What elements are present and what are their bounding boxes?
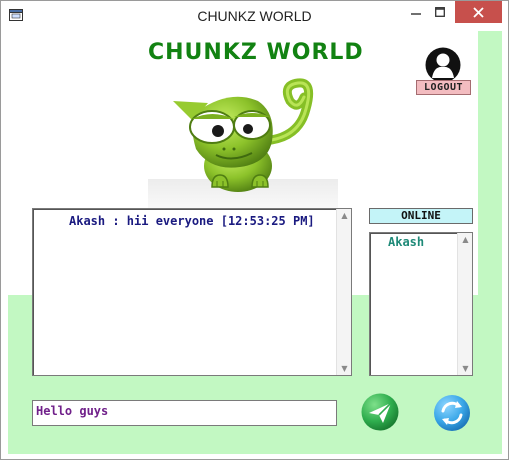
user-icon[interactable] bbox=[423, 46, 463, 84]
logout-button[interactable]: LOGOUT bbox=[416, 80, 471, 95]
minimize-icon bbox=[411, 13, 421, 15]
titlebar: CHUNKZ WORLD bbox=[1, 1, 508, 31]
scroll-down-icon[interactable]: ▼ bbox=[458, 364, 473, 373]
close-icon bbox=[473, 6, 484, 18]
chat-log[interactable]: Akash : hii everyone [12:53:25 PM] ▲ ▼ bbox=[32, 208, 352, 376]
client-area: CHUNKZ WORLD LOGOUT Akash: hii everyone… bbox=[8, 31, 502, 454]
message-input[interactable]: Hello guys bbox=[32, 400, 337, 426]
online-scrollbar[interactable]: ▲ ▼ bbox=[457, 233, 472, 375]
chat-scrollbar[interactable]: ▲ ▼ bbox=[336, 209, 351, 375]
minimize-button[interactable] bbox=[405, 1, 427, 23]
online-user-item[interactable]: Akash bbox=[388, 235, 424, 249]
app-heading: CHUNKZ WORLD bbox=[148, 40, 364, 65]
chat-message: Akash : hii everyone [12:53:25 PM] bbox=[69, 214, 315, 228]
send-button[interactable] bbox=[359, 392, 401, 432]
close-button[interactable] bbox=[455, 1, 502, 23]
maximize-icon bbox=[435, 7, 445, 17]
refresh-button[interactable] bbox=[432, 393, 472, 433]
online-header: ONLINE bbox=[369, 208, 473, 224]
scroll-down-icon[interactable]: ▼ bbox=[337, 364, 352, 373]
online-user-list[interactable]: Akash ▲ ▼ bbox=[369, 232, 473, 376]
scroll-up-icon[interactable]: ▲ bbox=[458, 235, 473, 244]
maximize-button[interactable] bbox=[427, 1, 453, 23]
scroll-up-icon[interactable]: ▲ bbox=[337, 211, 352, 220]
app-window: CHUNKZ WORLD CHUNKZ WORLD LOGOUT Akash:… bbox=[0, 0, 509, 460]
chameleon-mascot bbox=[148, 78, 338, 221]
